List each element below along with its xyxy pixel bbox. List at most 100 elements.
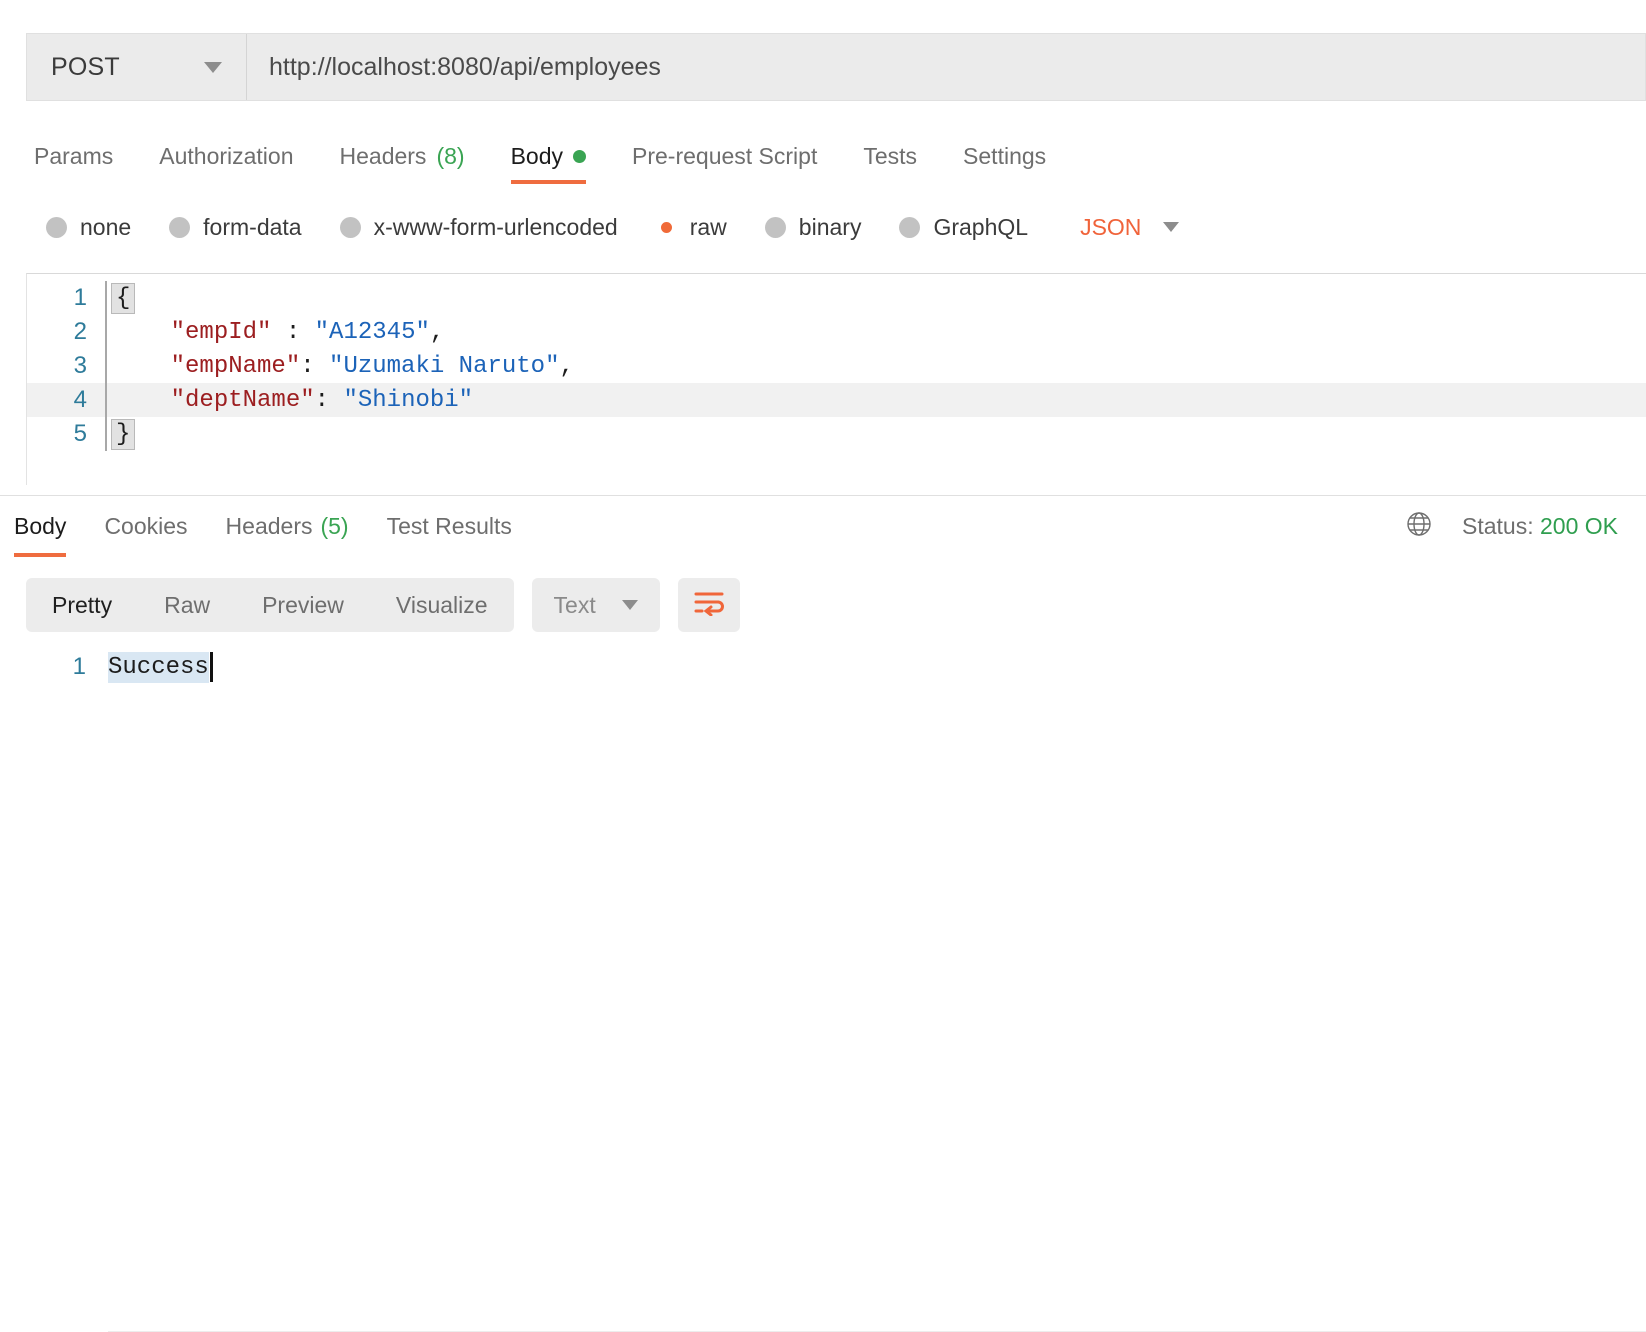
- request-tab-label: Settings: [963, 143, 1046, 170]
- json-punctuation: ,: [559, 353, 573, 380]
- response-tab-body[interactable]: Body: [14, 497, 66, 557]
- code-line: 1{: [27, 281, 1646, 315]
- json-key: "deptName": [171, 387, 315, 414]
- line-number: 3: [27, 352, 105, 380]
- line-number: 4: [27, 386, 105, 414]
- body-type-radio-form-data[interactable]: form-data: [169, 214, 301, 241]
- code-line: 2 "empId" : "A12345",: [27, 315, 1646, 349]
- request-tab-label: Pre-request Script: [632, 143, 817, 170]
- request-tab-body[interactable]: Body: [511, 128, 586, 184]
- json-string: "Shinobi": [343, 387, 473, 414]
- json-punctuation: [113, 319, 171, 346]
- body-type-label: raw: [690, 214, 727, 241]
- radio-icon: [765, 217, 786, 238]
- body-type-label: x-www-form-urlencoded: [374, 214, 618, 241]
- request-tab-label: Params: [34, 143, 113, 170]
- response-view-raw[interactable]: Raw: [138, 578, 236, 632]
- response-tab-label: Test Results: [387, 513, 512, 540]
- response-type-select[interactable]: Text: [532, 578, 660, 632]
- code-line-content[interactable]: "empName": "Uzumaki Naruto",: [105, 349, 574, 383]
- request-url-input[interactable]: http://localhost:8080/api/employees: [247, 34, 1645, 100]
- status-badge: 200 OK: [1540, 513, 1618, 539]
- json-key: "empId": [171, 319, 272, 346]
- request-body-editor[interactable]: 1{2 "empId" : "A12345",3 "empName": "Uzu…: [26, 273, 1646, 485]
- code-line-content[interactable]: "deptName": "Shinobi": [105, 383, 473, 417]
- response-tab-label: Cookies: [104, 513, 187, 540]
- wrap-text-icon: [693, 590, 725, 621]
- code-line-content[interactable]: }: [105, 417, 135, 451]
- body-format-label: JSON: [1080, 214, 1141, 241]
- body-type-label: GraphQL: [933, 214, 1028, 241]
- radio-icon: [899, 217, 920, 238]
- request-tab-count: (8): [436, 143, 464, 170]
- request-tab-params[interactable]: Params: [34, 128, 113, 184]
- radio-icon: [656, 217, 677, 238]
- status-label: Status: 200 OK: [1462, 513, 1618, 540]
- request-tab-label: Tests: [863, 143, 917, 170]
- json-string: "Uzumaki Naruto": [329, 353, 559, 380]
- response-tab-cookies[interactable]: Cookies: [104, 497, 187, 557]
- json-punctuation: :: [271, 319, 314, 346]
- response-view-visualize[interactable]: Visualize: [370, 578, 514, 632]
- json-brace: {: [111, 283, 135, 314]
- request-url-bar: POST http://localhost:8080/api/employees: [26, 33, 1646, 101]
- json-punctuation: [113, 387, 171, 414]
- code-line: 4 "deptName": "Shinobi": [27, 383, 1646, 417]
- response-tab-label: Body: [14, 513, 66, 540]
- request-tab-headers[interactable]: Headers (8): [340, 128, 465, 184]
- line-number: 1: [27, 284, 105, 312]
- body-type-radio-binary[interactable]: binary: [765, 214, 862, 241]
- request-tab-bar: Params Authorization Headers (8) Body Pre-req…: [0, 128, 1646, 186]
- response-tab-test-results[interactable]: Test Results: [387, 497, 512, 557]
- request-tab-settings[interactable]: Settings: [963, 128, 1046, 184]
- line-number: 5: [27, 420, 105, 448]
- request-tab-pre-request-script[interactable]: Pre-request Script: [632, 128, 817, 184]
- response-status-group: Status: 200 OK: [1404, 496, 1618, 556]
- response-body-panel[interactable]: 1 Success: [0, 648, 1646, 802]
- http-method-select[interactable]: POST: [27, 34, 247, 100]
- json-punctuation: :: [300, 353, 329, 380]
- response-tab-label: Headers: [226, 513, 313, 540]
- code-line-content[interactable]: {: [105, 281, 135, 315]
- chevron-down-icon: [1163, 222, 1179, 232]
- body-present-dot-icon: [573, 150, 586, 163]
- chevron-down-icon: [204, 62, 222, 73]
- radio-icon: [340, 217, 361, 238]
- json-string: "A12345": [315, 319, 430, 346]
- body-type-label: binary: [799, 214, 862, 241]
- body-format-select[interactable]: JSON: [1080, 214, 1179, 241]
- globe-icon: [1404, 509, 1434, 544]
- radio-icon: [46, 217, 67, 238]
- body-type-radio-none[interactable]: none: [46, 214, 131, 241]
- response-tab-bar: Body Cookies Headers(5) Test Results Status…: [0, 495, 1646, 557]
- request-tab-label: Headers: [340, 143, 427, 170]
- response-body-text: Success: [108, 652, 209, 683]
- json-punctuation: ,: [430, 319, 444, 346]
- json-punctuation: [113, 353, 171, 380]
- response-view-pretty[interactable]: Pretty: [26, 578, 138, 632]
- request-tab-label: Body: [511, 143, 563, 170]
- body-type-label: form-data: [203, 214, 301, 241]
- body-type-radio-x-www-form-urlencoded[interactable]: x-www-form-urlencoded: [340, 214, 618, 241]
- wrap-text-button[interactable]: [678, 578, 740, 632]
- status-label-text: Status:: [1462, 513, 1534, 539]
- request-tab-label: Authorization: [159, 143, 293, 170]
- line-number: 2: [27, 318, 105, 346]
- response-tab-headers[interactable]: Headers(5): [226, 497, 349, 557]
- body-type-radio-graphql[interactable]: GraphQL: [899, 214, 1028, 241]
- request-tab-tests[interactable]: Tests: [863, 128, 917, 184]
- response-toolbar: PrettyRawPreviewVisualize Text: [26, 578, 740, 632]
- radio-icon: [169, 217, 190, 238]
- code-line-content[interactable]: "empId" : "A12345",: [105, 315, 444, 349]
- json-key: "empName": [171, 353, 301, 380]
- body-type-radio-raw[interactable]: raw: [656, 214, 727, 241]
- response-view-preview[interactable]: Preview: [236, 578, 370, 632]
- body-type-radio-group: none form-data x-www-form-urlencoded raw bin…: [0, 198, 1646, 256]
- chevron-down-icon: [622, 600, 638, 610]
- text-cursor: [210, 652, 213, 682]
- response-type-label: Text: [554, 592, 596, 619]
- code-line: 5}: [27, 417, 1646, 451]
- request-tab-authorization[interactable]: Authorization: [159, 128, 293, 184]
- line-number: 1: [0, 653, 108, 681]
- code-line: 3 "empName": "Uzumaki Naruto",: [27, 349, 1646, 383]
